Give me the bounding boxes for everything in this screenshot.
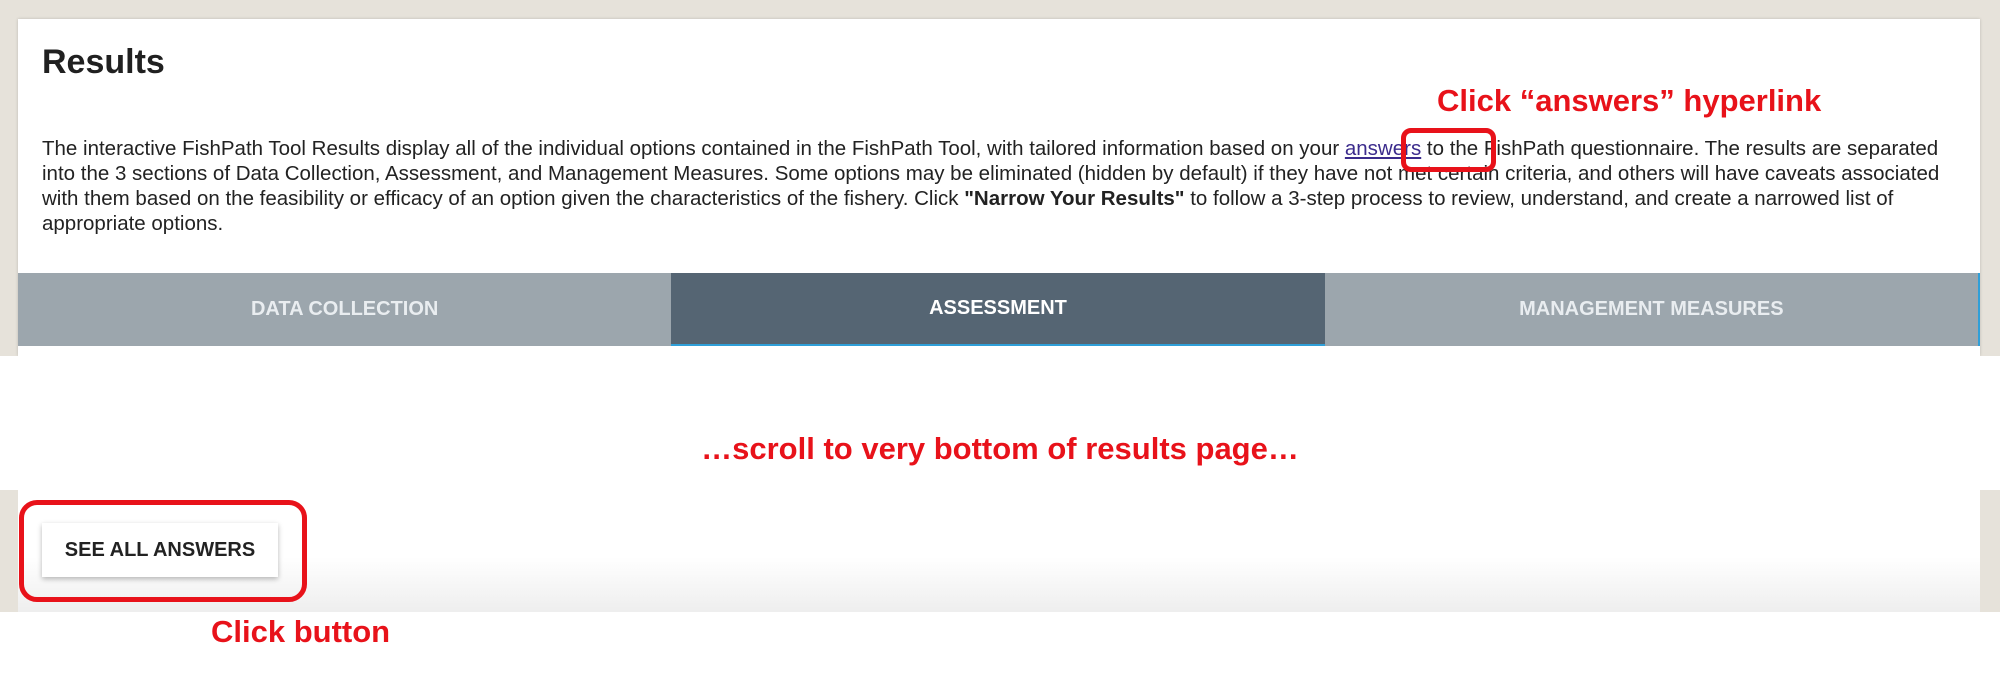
results-card: Results The interactive FishPath Tool Re… [18, 19, 1980, 356]
results-tabs: DATA COLLECTION ASSESSMENT MANAGEMENT ME… [18, 273, 1980, 346]
scroll-instruction: …scroll to very bottom of results page… [701, 431, 1299, 466]
separator-band [0, 356, 2000, 490]
narrow-results-emphasis: "Narrow Your Results" [964, 187, 1185, 210]
tab-management-measures[interactable]: MANAGEMENT MEASURES [1324, 273, 1980, 346]
tab-assessment[interactable]: ASSESSMENT [671, 273, 1325, 346]
results-screenshot: Results The interactive FishPath Tool Re… [0, 0, 2000, 356]
results-intro-text: The interactive FishPath Tool Results di… [42, 137, 1940, 235]
answers-link-callout-label: Click “answers” hyperlink [1437, 83, 1822, 118]
page-title: Results [42, 43, 165, 81]
bottom-card [18, 490, 1980, 612]
answers-link-highlight [1401, 128, 1496, 172]
tab-data-collection[interactable]: DATA COLLECTION [18, 273, 672, 346]
button-callout-label: Click button [211, 614, 391, 649]
see-all-button-highlight [19, 500, 307, 602]
